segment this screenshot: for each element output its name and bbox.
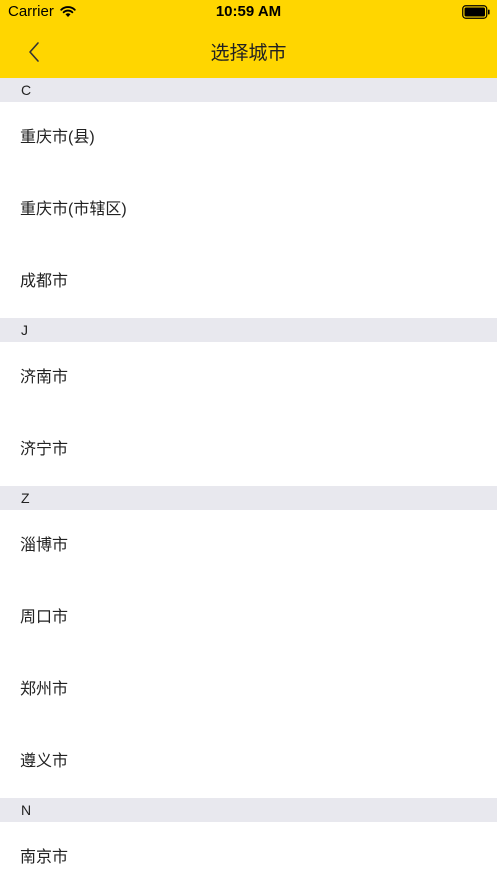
battery-icon [462,5,490,19]
app-screen: Carrier 10:59 AM 选择城市 C 重庆市(县) 重庆市(市辖区) … [0,0,497,883]
header: Carrier 10:59 AM 选择城市 [0,0,497,78]
city-list: C 重庆市(县) 重庆市(市辖区) 成都市 J 济南市 济宁市 Z 淄博市 周口市 郑州市 遵义市 N 南… [0,78,497,883]
city-row[interactable]: 济宁市 [0,414,497,486]
section-header-n: N [0,798,497,822]
city-row[interactable]: 济南市 [0,342,497,414]
city-row[interactable]: 重庆市(市辖区) [0,174,497,246]
section-header-j: J [0,318,497,342]
city-row[interactable]: 遵义市 [0,726,497,798]
city-row[interactable]: 成都市 [0,246,497,318]
nav-bar: 选择城市 [0,26,497,78]
page-title: 选择城市 [210,43,287,64]
city-row[interactable]: 郑州市 [0,654,497,726]
section-header-z: Z [0,486,497,510]
status-bar: Carrier 10:59 AM [0,0,497,26]
section-header-c: C [0,78,497,102]
city-row[interactable]: 重庆市(县) [0,102,497,174]
city-row[interactable]: 周口市 [0,582,497,654]
city-row[interactable]: 南京市 [0,822,497,883]
city-row[interactable]: 淄博市 [0,510,497,582]
status-time: 10:59 AM [215,3,282,20]
